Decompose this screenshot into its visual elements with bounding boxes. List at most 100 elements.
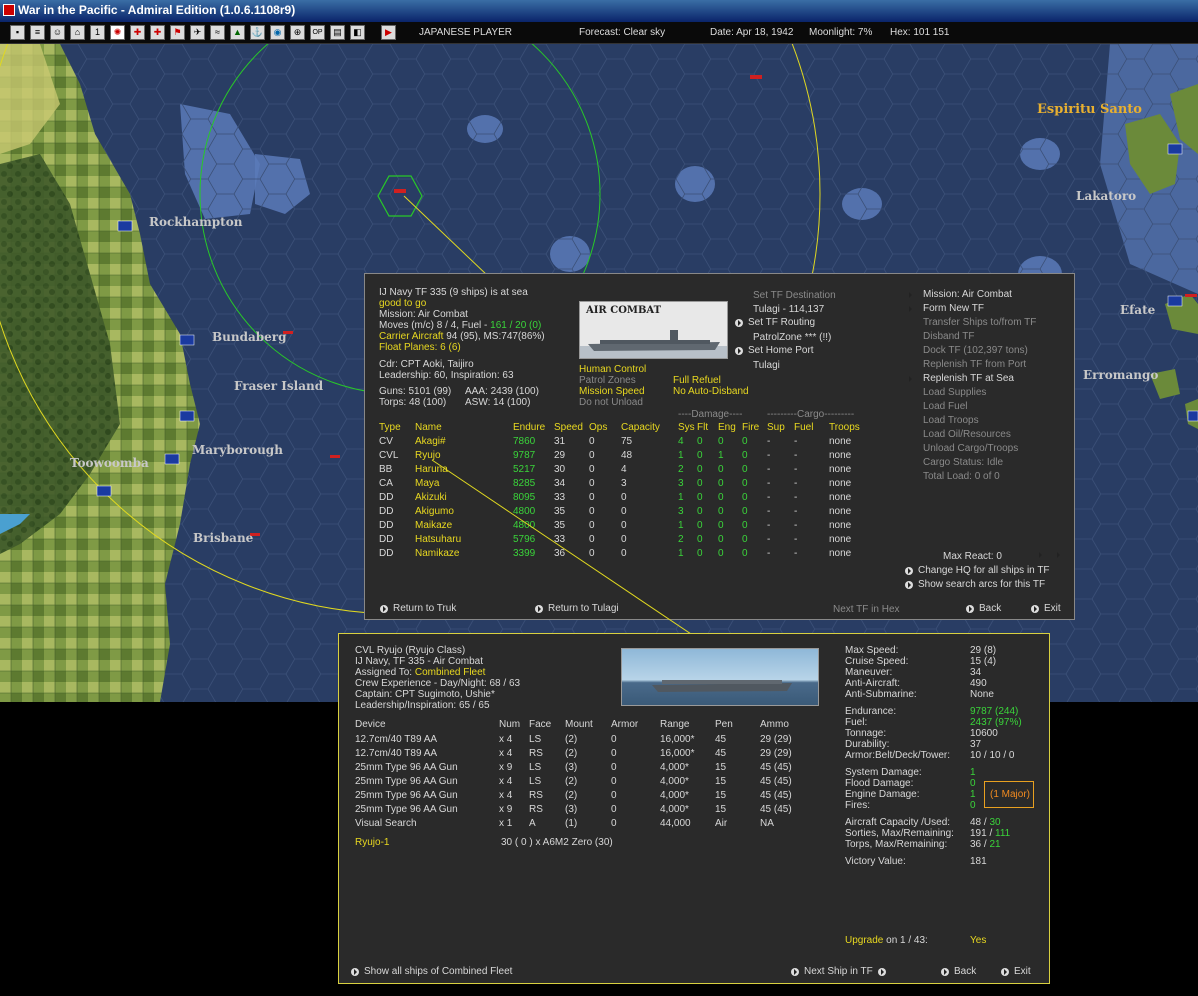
return-truk-button[interactable]: Return to Truk xyxy=(380,603,456,614)
destination-value: Tulagi - 114,137 xyxy=(753,304,825,315)
prev-arrow-icon[interactable] xyxy=(791,967,799,976)
device-cell: x 4 xyxy=(499,734,513,745)
ship-name-link[interactable]: Akizuki xyxy=(415,492,447,503)
tf-exit-button[interactable]: Exit xyxy=(1031,603,1061,614)
set-routing-button[interactable]: Set TF Routing xyxy=(735,317,815,328)
toolbar-button-5-icon[interactable]: 1 xyxy=(90,25,105,40)
tf-menu-item[interactable]: Form New TF xyxy=(923,303,984,314)
show-search-arcs-button[interactable]: Show search arcs for this TF xyxy=(905,579,1045,590)
device-name[interactable]: Visual Search xyxy=(355,818,417,829)
ship-table-col-header[interactable]: Flt xyxy=(697,422,708,433)
globe-icon[interactable]: ◉ xyxy=(270,25,285,40)
ship-table-col-header[interactable]: Capacity xyxy=(621,422,660,433)
ship-table-col-header[interactable]: Fire xyxy=(742,422,759,433)
op-report-icon[interactable]: OP xyxy=(310,25,325,40)
device-cell: (3) xyxy=(565,804,578,815)
toolbar-button-3-icon[interactable]: ☺ xyxy=(50,25,65,40)
do-not-unload-toggle[interactable]: Do not Unload xyxy=(579,397,643,408)
patrol-zones-toggle[interactable]: Patrol Zones xyxy=(579,375,636,386)
tf-menu-item[interactable]: Disband TF xyxy=(923,331,975,342)
ship-table-col-header[interactable]: Ops xyxy=(589,422,607,433)
device-name[interactable]: 12.7cm/40 T89 AA xyxy=(355,734,437,745)
tf-menu-item[interactable]: Load Fuel xyxy=(923,401,967,412)
next-arrow-icon[interactable] xyxy=(877,967,886,976)
ship-table-cell: 8095 xyxy=(513,492,536,503)
device-name[interactable]: 25mm Type 96 AA Gun xyxy=(355,804,458,815)
ship-table-cell: 5796 xyxy=(513,534,536,545)
tf-menu-item[interactable]: Total Load: 0 of 0 xyxy=(923,471,1000,482)
assigned-value[interactable]: Combined Fleet xyxy=(415,667,486,678)
tf-menu-item[interactable]: Replenish TF at Sea xyxy=(923,373,1014,384)
airgroup-name[interactable]: Ryujo-1 xyxy=(355,837,389,848)
device-name[interactable]: 25mm Type 96 AA Gun xyxy=(355,790,458,801)
ship-table-col-header[interactable]: Endure xyxy=(513,422,545,433)
tf-menu-item[interactable]: Dock TF (102,397 tons) xyxy=(923,345,1028,356)
next-tf-button[interactable]: Next TF in Hex xyxy=(833,604,900,615)
toolbar-button-8-icon[interactable]: ✚ xyxy=(150,25,165,40)
tf-commander[interactable]: Cdr: CPT Aoki, Taijiro xyxy=(379,359,474,370)
ship-table-col-header[interactable]: Sup xyxy=(767,422,785,433)
return-tulagi-button[interactable]: Return to Tulagi xyxy=(535,603,619,614)
toolbar-button-7-icon[interactable]: ✚ xyxy=(130,25,145,40)
show-all-ships-button[interactable]: Show all ships of Combined Fleet xyxy=(351,966,512,977)
tf-menu-item[interactable]: Replenish TF from Port xyxy=(923,359,1026,370)
ship-table-col-header[interactable]: Eng xyxy=(718,422,736,433)
set-home-port-button[interactable]: Set Home Port xyxy=(735,345,814,356)
ship-name-link[interactable]: Namikaze xyxy=(415,548,459,559)
toolbar-button-1-icon[interactable]: ▪ xyxy=(10,25,25,40)
next-ship-button[interactable]: Next Ship in TF xyxy=(791,966,886,977)
tf-menu-item[interactable]: Load Supplies xyxy=(923,387,986,398)
device-cell: 15 xyxy=(715,790,727,801)
toolbar-button-2-icon[interactable]: ≡ xyxy=(30,25,45,40)
tf-menu-item[interactable]: Load Troops xyxy=(923,415,979,426)
ship-table-col-header[interactable]: Type xyxy=(379,422,401,433)
ship-name-link[interactable]: Akigumo xyxy=(415,506,454,517)
toolbar-button-15-icon[interactable]: ⊕ xyxy=(290,25,305,40)
upgrade-link[interactable]: Upgrade xyxy=(845,935,883,946)
tf-menu-item[interactable]: Transfer Ships to/from TF xyxy=(923,317,1036,328)
ship-icon[interactable]: ⚓ xyxy=(250,25,265,40)
toolbar-button-11-icon[interactable]: ≈ xyxy=(210,25,225,40)
tf-float-planes[interactable]: Float Planes: 6 (6) xyxy=(379,342,461,353)
ship-table-col-header[interactable]: Sys xyxy=(678,422,695,433)
toolbar-button-4-icon[interactable]: ⌂ xyxy=(70,25,85,40)
full-refuel-toggle[interactable]: Full Refuel xyxy=(673,375,721,386)
ship-name-link[interactable]: Haruna xyxy=(415,464,448,475)
ship-exit-button[interactable]: Exit xyxy=(1001,966,1031,977)
human-control-toggle[interactable]: Human Control xyxy=(579,364,646,375)
airplane-icon[interactable]: ✈ xyxy=(190,25,205,40)
mission-speed-toggle[interactable]: Mission Speed xyxy=(579,386,645,397)
end-turn-icon[interactable]: ▶ xyxy=(381,25,396,40)
toolbar-button-17-icon[interactable]: ▤ xyxy=(330,25,345,40)
tf-menu-item[interactable]: Mission: Air Combat xyxy=(923,289,1012,300)
device-name[interactable]: 25mm Type 96 AA Gun xyxy=(355,776,458,787)
ship-back-button[interactable]: Back xyxy=(941,966,976,977)
ship-table-col-header[interactable]: Troops xyxy=(829,422,860,433)
tf-menu-item[interactable]: Cargo Status: Idle xyxy=(923,457,1003,468)
change-hq-button[interactable]: Change HQ for all ships in TF xyxy=(905,565,1050,576)
ship-table-col-header[interactable]: Speed xyxy=(554,422,583,433)
forecast-label: Forecast: Clear sky xyxy=(579,27,666,38)
tf-menu-item[interactable]: Unload Cargo/Troops xyxy=(923,443,1018,454)
device-name[interactable]: 25mm Type 96 AA Gun xyxy=(355,762,458,773)
rising-sun-icon[interactable]: ✺ xyxy=(110,25,125,40)
ship-table-col-header[interactable]: Name xyxy=(415,422,442,433)
ship-captain[interactable]: Captain: CPT Sugimoto, Ushie* xyxy=(355,689,495,700)
ship-table-cell: 0 xyxy=(589,436,595,447)
ship-name-link[interactable]: Maya xyxy=(415,478,439,489)
device-name[interactable]: 12.7cm/40 T89 AA xyxy=(355,748,437,759)
ship-table-cell: 75 xyxy=(621,436,633,447)
tf-back-button[interactable]: Back xyxy=(966,603,1001,614)
ship-name-link[interactable]: Maikaze xyxy=(415,520,452,531)
ship-name-link[interactable]: Akagi# xyxy=(415,436,446,447)
toolbar-button-18-icon[interactable]: ◧ xyxy=(350,25,365,40)
ship-name-link[interactable]: Ryujo xyxy=(415,450,441,461)
ship-table-col-header[interactable]: Fuel xyxy=(794,422,813,433)
tf-carrier-link[interactable]: Carrier Aircraft xyxy=(379,331,443,342)
ship-table-cell: 29 xyxy=(554,450,566,461)
no-auto-disband-toggle[interactable]: No Auto-Disband xyxy=(673,386,749,397)
tf-menu-item[interactable]: Load Oil/Resources xyxy=(923,429,1011,440)
ship-name-link[interactable]: Hatsuharu xyxy=(415,534,461,545)
toolbar-button-12-icon[interactable]: ▲ xyxy=(230,25,245,40)
flag-icon[interactable]: ⚑ xyxy=(170,25,185,40)
